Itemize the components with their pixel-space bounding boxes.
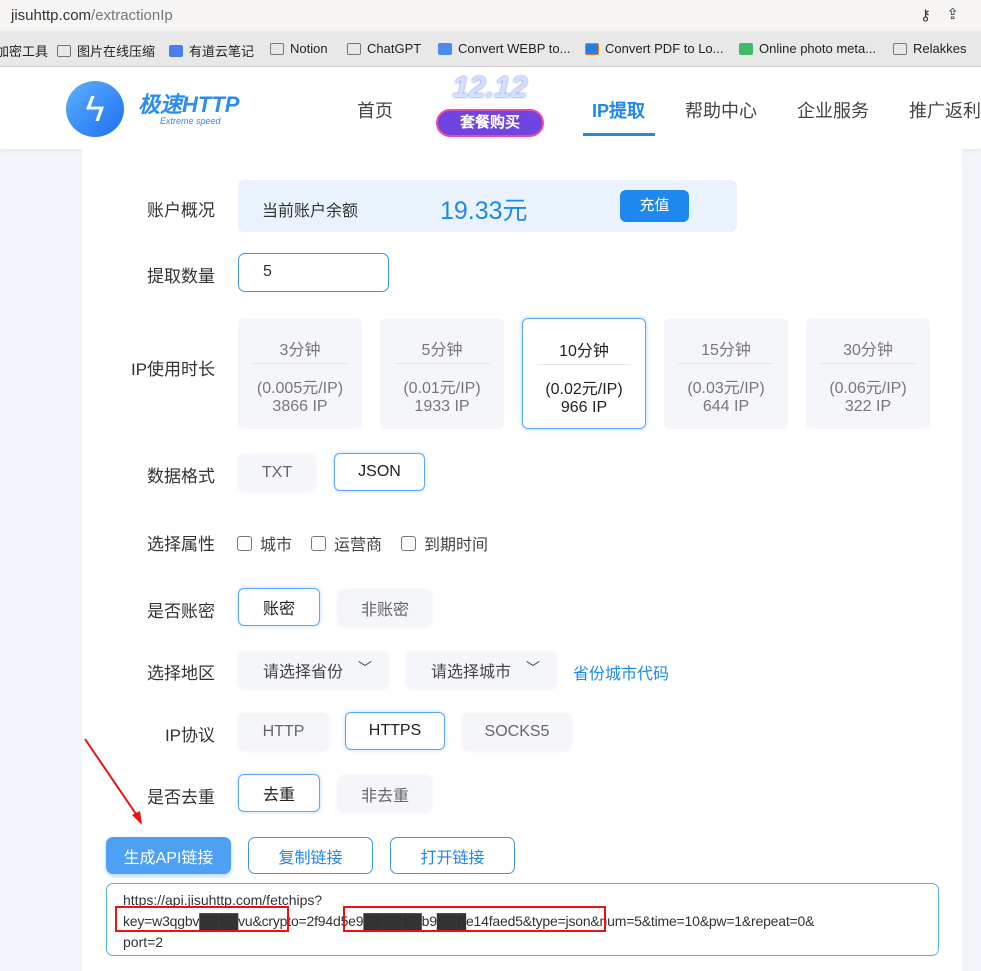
bookmark-icon [169,44,183,57]
active-tab-indicator [583,133,655,136]
annotation-arrow [84,738,142,825]
annotation-box-crypto [343,906,606,932]
promo-banner[interactable]: 12.12 套餐购买 [434,71,546,139]
protocol-http[interactable]: HTTP [238,713,329,750]
bookmark[interactable]: 有道云笔记 [169,41,254,60]
bookmark[interactable]: Notion [270,41,328,56]
quantity-input[interactable]: 5 [238,253,389,292]
nav-home[interactable]: 首页 [357,97,393,123]
nav-referral[interactable]: 推广返利 [909,97,981,123]
label-account: 账户概况 [147,201,215,220]
city-select[interactable]: 请选择城市 ﹀ [406,651,557,688]
label-quantity: 提取数量 [147,267,215,286]
bookmark[interactable]: Convert PDF to Lo... [585,41,724,56]
open-link-button[interactable]: 打开链接 [390,837,515,874]
duration-option[interactable]: 30分钟 (0.06元/IP) 322 IP [806,318,930,429]
bookmark-icon [585,42,599,55]
bookmark-icon [438,42,452,55]
logo-icon[interactable]: ϟ [66,81,124,137]
protocol-socks5[interactable]: SOCKS5 [462,713,572,750]
notion-icon [270,42,284,55]
auth-yes[interactable]: 账密 [238,588,320,626]
nav-enterprise[interactable]: 企业服务 [797,97,869,123]
chevron-down-icon: ﹀ [526,660,540,676]
url-host: jisuhttp.com [11,7,92,24]
bookmark[interactable]: Relakkes [893,41,966,56]
label-protocol: IP协议 [164,726,215,745]
checkbox-expiry[interactable]: 到期时间 [401,531,488,555]
generate-api-button[interactable]: 生成API链接 [106,837,231,874]
bookmark[interactable]: Convert WEBP to... [438,41,570,56]
region-code-link[interactable]: 省份城市代码 [573,660,669,684]
dedupe-yes[interactable]: 去重 [238,774,320,812]
nav-help[interactable]: 帮助中心 [685,97,757,123]
logo-text[interactable]: 极速HTTP [138,87,239,119]
bookmark[interactable]: 加密工具 [0,41,48,60]
province-select[interactable]: 请选择省份 ﹀ [238,651,389,688]
label-format: 数据格式 [147,467,215,486]
auth-no[interactable]: 非账密 [338,589,432,626]
checkbox-isp[interactable]: 运营商 [311,531,382,555]
share-icon[interactable]: ⇪ [946,5,959,23]
key-icon[interactable]: ⚷ [920,6,931,24]
folder-icon [893,42,907,55]
chevron-down-icon: ﹀ [358,660,372,676]
nav-ip-extract[interactable]: IP提取 [592,97,645,123]
copy-link-button[interactable]: 复制链接 [248,837,373,874]
label-attributes: 选择属性 [147,535,215,554]
label-region: 选择地区 [147,664,215,683]
protocol-https[interactable]: HTTPS [345,712,445,750]
recharge-button[interactable]: 充值 [620,190,689,222]
duration-option[interactable]: 15分钟 (0.03元/IP) 644 IP [664,318,788,429]
bookmark-icon [57,44,71,57]
url-path: /extractionIp [91,7,173,24]
annotation-box-key [115,906,289,932]
label-auth: 是否账密 [147,602,215,621]
label-duration: IP使用时长 [130,360,215,379]
label-dedupe: 是否去重 [147,788,215,807]
duration-option[interactable]: 5分钟 (0.01元/IP) 1933 IP [380,318,504,429]
account-summary: 当前账户余额 19.33元 充值 [238,180,737,232]
bookmark[interactable]: ChatGPT [347,41,421,56]
duration-option-selected[interactable]: 10分钟 (0.02元/IP) 966 IP [522,318,646,429]
dedupe-no[interactable]: 非去重 [338,775,432,812]
duration-option[interactable]: 3分钟 (0.005元/IP) 3866 IP [238,318,362,429]
logo-subtitle: Extreme speed [160,116,221,126]
site-header: ϟ 极速HTTP Extreme speed 首页 12.12 套餐购买 IP提… [0,67,981,149]
bookmark[interactable]: 图片在线压缩 [57,41,155,60]
folder-icon [347,42,361,55]
checkbox-city[interactable]: 城市 [237,531,292,555]
balance-label: 当前账户余额 [262,203,359,220]
address-bar[interactable]: jisuhttp.com/extractionIp ⚷ ⇪ [0,0,981,31]
bookmark[interactable]: Online photo meta... [739,41,876,56]
bookmarks-bar: 加密工具 图片在线压缩 有道云笔记 Notion ChatGPT Convert… [0,31,981,67]
bookmark-icon [739,42,753,55]
format-json[interactable]: JSON [334,453,425,491]
format-txt[interactable]: TXT [238,454,316,491]
balance-value: 19.33元 [440,197,528,225]
